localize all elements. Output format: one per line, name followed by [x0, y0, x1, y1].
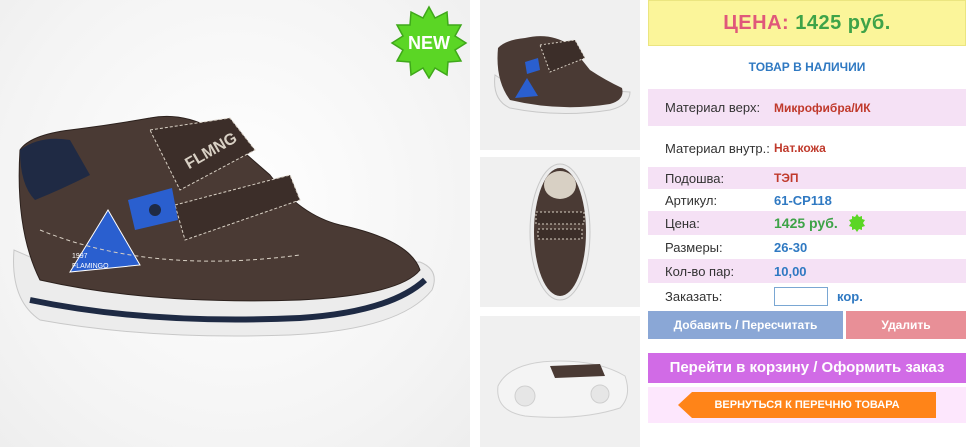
- thumbnail-top[interactable]: [480, 157, 640, 307]
- attr-row-article: Артикул: 61-CP118: [648, 189, 966, 211]
- attr-row-pairs: Кол-во пар: 10,00: [648, 259, 966, 283]
- price-value: 1425 руб.: [795, 12, 891, 34]
- attr-value: Нат.кожа: [774, 141, 826, 155]
- order-quantity-input[interactable]: [774, 286, 828, 306]
- price-banner: ЦЕНА: 1425 руб.: [648, 0, 966, 46]
- attr-row-material-inner: Материал внутр.: Нат.кожа: [648, 129, 966, 167]
- delete-button[interactable]: Удалить: [846, 311, 966, 339]
- order-label: Заказать:: [665, 288, 723, 304]
- attr-key: Размеры:: [665, 239, 723, 255]
- attr-value: ТЭП: [774, 171, 799, 185]
- attr-row-price: Цена: 1425 руб.: [648, 211, 966, 235]
- svg-text:FLAMINGO: FLAMINGO: [72, 263, 109, 270]
- attr-key: Материал верх:: [665, 100, 761, 115]
- thumbnail-sole[interactable]: [480, 316, 640, 447]
- attr-value: 61-CP118: [774, 192, 832, 208]
- new-badge-small-icon: [848, 214, 866, 232]
- attr-value: Микрофибра/ИК: [774, 100, 871, 115]
- attr-key: Цена:: [665, 215, 700, 231]
- attr-key: Подошва:: [665, 170, 725, 186]
- new-badge: NEW: [390, 5, 468, 80]
- product-page: 1997 FLAMINGO FLMNG NEW ЦЕНА: 1425 руб. …: [0, 0, 966, 447]
- attr-row-sizes: Размеры: 26-30: [648, 235, 966, 259]
- product-info-panel: ЦЕНА: 1425 руб. ТОВАР В НАЛИЧИИ Материал…: [648, 0, 966, 447]
- attr-value: 1425 руб.: [774, 215, 838, 231]
- back-to-list-button[interactable]: ВЕРНУТЬСЯ К ПЕРЕЧНЮ ТОВАРА: [678, 392, 936, 418]
- add-recalculate-button[interactable]: Добавить / Пересчитать: [648, 311, 843, 339]
- attr-row-material-top: Материал верх: Микрофибра/ИК: [648, 89, 966, 126]
- new-badge-label: NEW: [408, 33, 450, 53]
- attr-key: Кол-во пар:: [665, 263, 735, 279]
- order-unit: кор.: [837, 288, 863, 304]
- go-to-cart-button[interactable]: Перейти в корзину / Оформить заказ: [648, 353, 966, 383]
- order-row: Заказать: кор.: [648, 283, 966, 309]
- attr-key: Артикул:: [665, 192, 718, 208]
- attr-value: 26-30: [774, 239, 808, 255]
- main-product-image[interactable]: 1997 FLAMINGO FLMNG NEW: [0, 0, 470, 447]
- thumbnail-side[interactable]: [480, 0, 640, 150]
- price-label: ЦЕНА:: [723, 12, 790, 34]
- attr-key: Материал внутр.:: [665, 140, 770, 156]
- attr-value: 10,00: [774, 263, 807, 279]
- attr-row-sole: Подошва: ТЭП: [648, 167, 966, 189]
- svg-text:1997: 1997: [72, 253, 88, 260]
- stock-status: ТОВАР В НАЛИЧИИ: [748, 60, 866, 74]
